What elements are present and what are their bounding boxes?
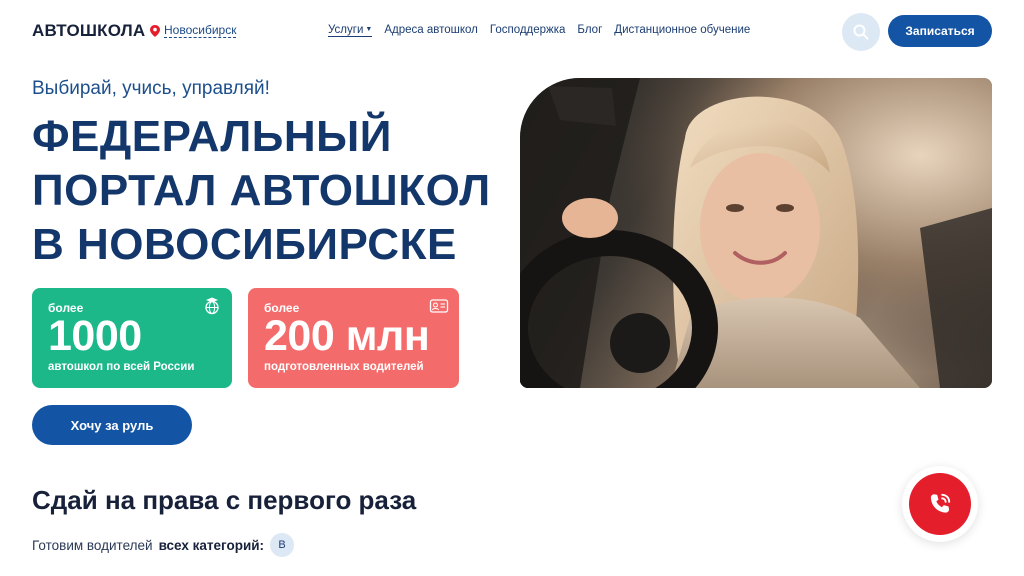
- city-label: Новосибирск: [164, 23, 237, 38]
- phone-icon: [930, 493, 951, 513]
- call-button[interactable]: [902, 466, 978, 542]
- graduation-globe-icon: [205, 297, 219, 315]
- driver-photo-illustration: [520, 78, 992, 388]
- search-icon: [853, 24, 869, 40]
- main-nav: Услуги ▼ Адреса автошкол Господдержка Бло…: [328, 24, 750, 37]
- hero-title: ФЕДЕРАЛЬНЫЙ ПОРТАЛ АВТОШКОЛ В НОВОСИБИРС…: [32, 110, 512, 272]
- hero-slogan: Выбирай, учись, управляй!: [32, 78, 270, 99]
- location-pin-icon: [150, 25, 160, 37]
- site-logo[interactable]: АВТОШКОЛА: [32, 21, 145, 41]
- chevron-down-icon: ▼: [365, 26, 373, 33]
- want-to-drive-button[interactable]: Хочу за руль: [32, 405, 192, 445]
- subtitle-bold-text: всех категорий:: [158, 537, 265, 553]
- call-button-inner: [909, 473, 971, 535]
- nav-item-blog[interactable]: Блог: [577, 24, 602, 37]
- signup-button[interactable]: Записаться: [888, 15, 992, 47]
- nav-item-gov-support[interactable]: Господдержка: [490, 24, 566, 37]
- stat-value: 200 млн: [264, 312, 430, 360]
- hero-title-line: ФЕДЕРАЛЬНЫЙ: [32, 112, 392, 161]
- subtitle-text: Готовим водителей: [32, 537, 153, 553]
- section-title: Сдай на права с первого раза: [32, 485, 417, 515]
- section-subtitle: Готовим водителей всех категорий: B: [32, 533, 295, 557]
- stat-caption: подготовленных водителей: [264, 361, 424, 373]
- hero-title-line: ПОРТАЛ АВТОШКОЛ: [32, 166, 491, 215]
- driver-license-icon: [429, 299, 449, 313]
- search-button[interactable]: [842, 13, 880, 51]
- category-badge[interactable]: B: [270, 533, 295, 557]
- hero-photo: [520, 78, 992, 388]
- stat-caption: автошкол по всей России: [48, 361, 195, 373]
- nav-item-distance-learning[interactable]: Дистанционное обучение: [614, 24, 750, 37]
- nav-item-addresses[interactable]: Адреса автошкол: [384, 24, 478, 37]
- nav-item-label: Услуги: [328, 24, 364, 36]
- stat-value: 1000: [48, 312, 142, 360]
- stat-card-drivers: более 200 млн подготовленных водителей: [248, 288, 459, 388]
- hero-title-line: В НОВОСИБИРСКЕ: [32, 220, 457, 269]
- city-selector[interactable]: Новосибирск: [150, 23, 237, 38]
- nav-item-services[interactable]: Услуги ▼: [328, 24, 373, 37]
- stat-card-schools: более 1000 автошкол по всей России: [32, 288, 232, 388]
